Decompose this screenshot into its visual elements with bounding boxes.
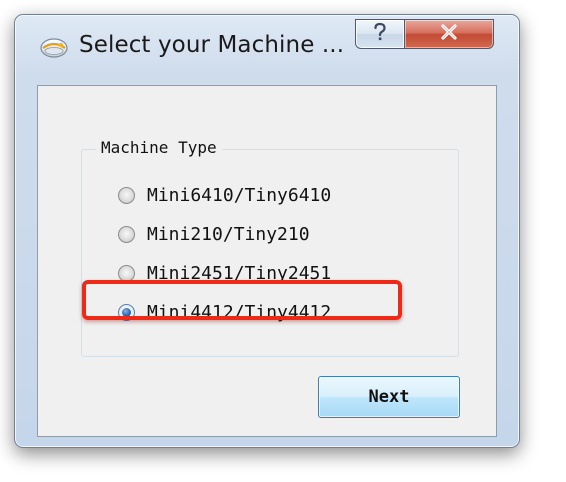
radio-label: Mini6410/Tiny6410 xyxy=(147,184,332,206)
radio-label: Mini2451/Tiny2451 xyxy=(147,262,332,284)
radio-option-mini4412[interactable]: Mini4412/Tiny4412 xyxy=(118,300,331,324)
radio-button[interactable] xyxy=(118,264,135,282)
radio-button[interactable] xyxy=(118,186,135,204)
close-icon xyxy=(440,24,458,44)
app-icon xyxy=(39,37,69,59)
next-button[interactable]: Next xyxy=(318,376,460,418)
dialog-window: Select your Machine ... Machine Type Min… xyxy=(14,14,520,448)
dialog-client-area: Machine Type Mini6410/Tiny6410 Mini210/T… xyxy=(37,85,497,437)
close-button[interactable] xyxy=(404,19,494,49)
radio-button-selected[interactable] xyxy=(118,303,135,321)
window-title: Select your Machine ... xyxy=(79,32,345,58)
machine-type-group: Machine Type Mini6410/Tiny6410 Mini210/T… xyxy=(81,138,459,357)
radio-option-mini210[interactable]: Mini210/Tiny210 xyxy=(118,222,310,246)
radio-label: Mini210/Tiny210 xyxy=(147,223,310,245)
radio-label: Mini4412/Tiny4412 xyxy=(147,301,332,323)
help-button[interactable] xyxy=(355,19,405,49)
group-legend: Machine Type xyxy=(96,138,222,157)
title-bar[interactable]: Select your Machine ... xyxy=(15,15,519,75)
radio-option-mini2451[interactable]: Mini2451/Tiny2451 xyxy=(118,261,331,285)
radio-button[interactable] xyxy=(118,225,135,243)
help-icon xyxy=(372,22,388,46)
radio-option-mini6410[interactable]: Mini6410/Tiny6410 xyxy=(118,183,331,207)
